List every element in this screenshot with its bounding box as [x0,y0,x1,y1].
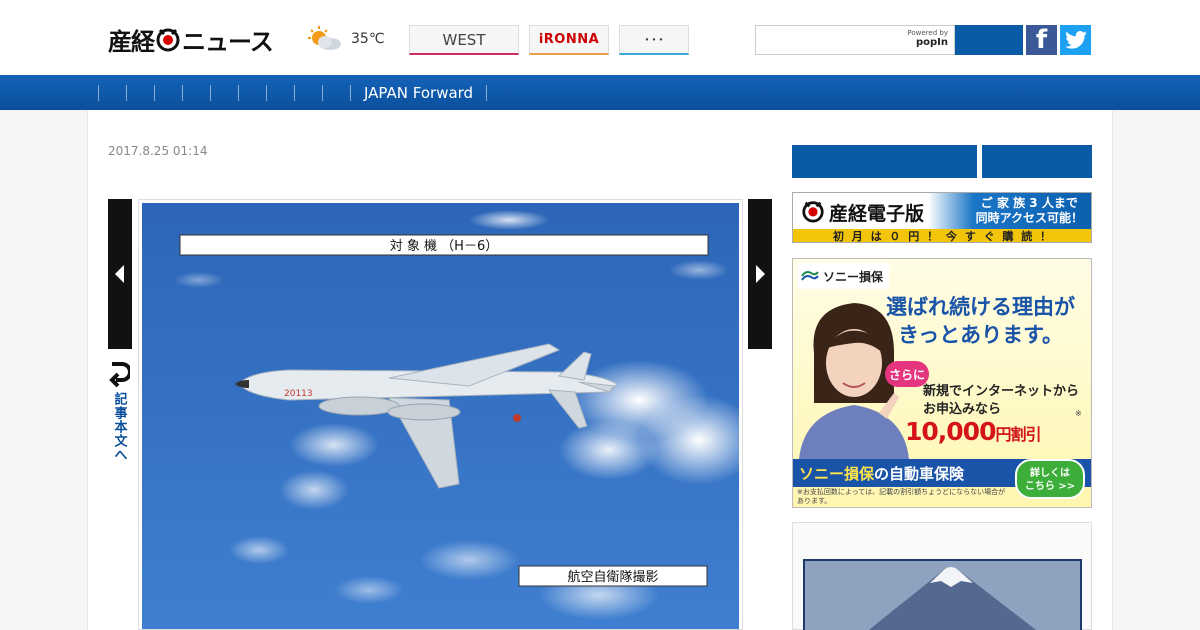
nav-separator [294,85,295,101]
main-nav: JAPAN Forward [0,75,1200,110]
ad-sony-sonpo[interactable]: ソニー損保 選ばれ続ける理由が きっとあります。 さらに 新規でインターネットか… [792,258,1092,508]
nav-separator [182,85,183,101]
ad-digital-bottom: 初 月 は ０ 円 ！ 今 す ぐ 購 読 ！ [793,229,1091,242]
ad-sankei-digital[interactable]: 産経電子版 ご 家 族 3 人まで 同時アクセス可能！ 初 月 は ０ 円 ！ … [792,192,1092,243]
back-to-article-link[interactable]: 記事本文へ [108,358,130,462]
weather-temperature: 35℃ [351,31,385,47]
sony-note-mark: ※ [1075,409,1082,418]
sony-discount: 10,000円割引 [905,417,1042,446]
back-to-article-label: 記事本文へ [111,392,127,462]
photo-caption-bottom: 航空自衛隊撮影 [567,569,658,585]
arrow-left-icon [115,265,124,283]
tab-more[interactable]: ･･･ [619,25,689,55]
search-button[interactable] [955,25,1023,55]
nav-separator [322,85,323,101]
nav-separator [350,85,351,101]
sony-details-button[interactable]: 詳しくは こちら >> [1015,459,1085,499]
twitter-icon [1064,31,1087,49]
sony-subtext-line1: 新規でインターネットから [923,384,1080,399]
search-input[interactable]: Powered by popIn [755,25,955,55]
tab-ironna[interactable]: iRONNA [529,25,609,55]
sony-swirl-icon [801,271,819,281]
logo-mark-icon [155,26,181,52]
ad-digital-promo: ご 家 族 3 人まで 同時アクセス可能！ [976,196,1083,226]
logo-text-left: 産経 [108,27,155,56]
nav-separator [210,85,211,101]
nav-separator [238,85,239,101]
tab-west[interactable]: WEST [409,25,519,55]
sony-headline: 選ばれ続ける理由が きっとあります。 [873,293,1088,349]
header: 産経 ニュース 35℃ WEST iRONNA ･･･ Powered by p [0,0,1200,75]
nav-separator [266,85,267,101]
sony-bar-suffix: の自動車保険 [874,464,965,483]
sony-footnote: ※お支払回数によっては、記載の割引額ちょうどにならない場合があります。 [797,488,1006,505]
facebook-button[interactable]: f [1026,25,1057,55]
sony-cta-line2: こちら >> [1024,481,1076,492]
sony-discount-unit: 円割引 [995,425,1041,444]
nav-separator [154,85,155,101]
sony-cta-line1: 詳しくは [1030,468,1070,479]
sidebar-tab-1[interactable] [792,145,977,178]
ad-digital-promo-line1: ご 家 族 3 人まで [980,196,1078,210]
sony-bar-prefix: ソニー損保 [799,464,875,483]
arrow-right-icon [756,265,765,283]
site-logo[interactable]: 産経 ニュース [108,24,274,56]
nav-separator [126,85,127,101]
sony-logo: ソニー損保 [797,263,889,289]
ad-digital-brand: 産経電子版 [829,203,925,225]
logo-text-right: ニュース [182,27,274,56]
return-arrow-icon [109,362,130,388]
sony-discount-amount: 10,000 [905,417,996,446]
weather-widget[interactable]: 35℃ [305,26,385,52]
article-photo[interactable]: 対 象 機 （H－6） 20113 航空自衛隊撮影 [138,199,743,630]
sony-headline-line1: 選ばれ続ける理由が [886,295,1075,319]
sidebar-tab-2[interactable] [982,145,1092,178]
sankei-mark-icon [802,201,824,223]
nav-separator [486,85,487,101]
fuji-image [803,559,1082,630]
aircraft-tail-number: 20113 [284,389,313,399]
powered-by-label: Powered by [907,29,948,37]
article-date: 2017.8.25 01:14 [108,144,208,158]
popin-logo: popIn [915,37,948,48]
next-photo-button[interactable] [748,199,772,349]
sony-headline-line2: きっとあります。 [897,323,1064,347]
sony-logo-text: ソニー損保 [823,269,884,284]
ad-fuji-panel[interactable] [792,522,1092,630]
photo-caption-top: 対 象 機 （H－6） [390,239,498,254]
facebook-icon: f [1035,25,1048,55]
nav-item-japan-forward[interactable]: JAPAN Forward [364,84,473,102]
sun-cloud-icon [308,26,341,50]
ad-digital-promo-line2: 同時アクセス可能！ [975,211,1083,225]
prev-photo-button[interactable] [108,199,132,349]
twitter-button[interactable] [1060,25,1091,55]
popin-badge: Powered by popIn [907,29,948,48]
sony-subtext: 新規でインターネットから お申込みなら [923,383,1079,419]
nav-separator [98,85,99,101]
